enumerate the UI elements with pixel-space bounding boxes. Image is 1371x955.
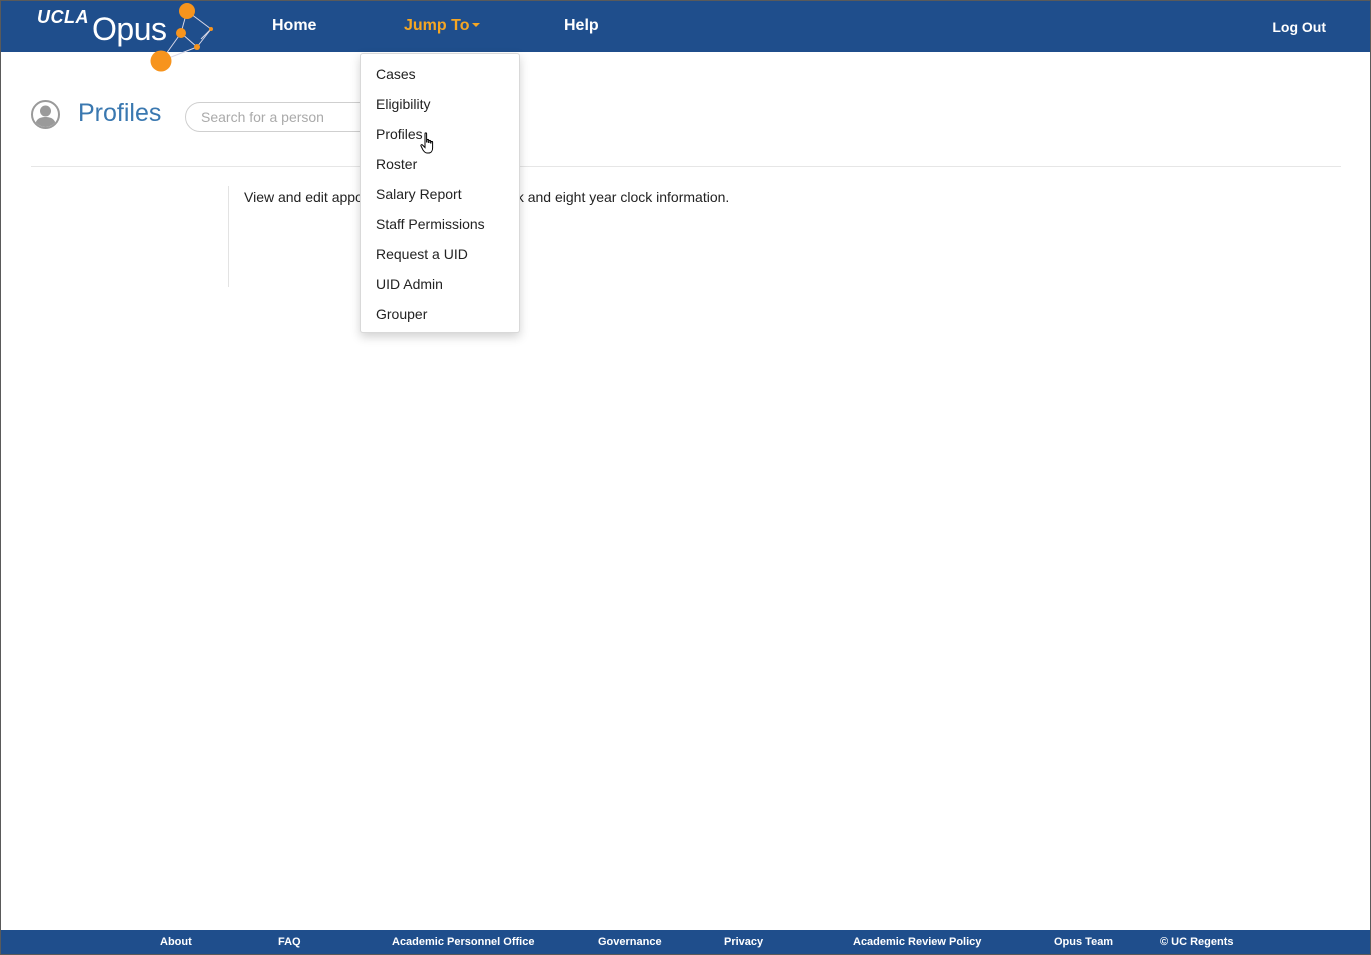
- menu-item-roster[interactable]: Roster: [361, 149, 519, 179]
- caret-down-icon: [472, 23, 481, 27]
- menu-item-grouper[interactable]: Grouper: [361, 299, 519, 329]
- content-left-border: [228, 186, 229, 287]
- footer-link-academic-personnel-office[interactable]: Academic Personnel Office: [392, 936, 534, 948]
- logout-link[interactable]: Log Out: [1272, 19, 1326, 35]
- menu-item-staff-permissions[interactable]: Staff Permissions: [361, 209, 519, 239]
- opus-logo[interactable]: UCLA Opus: [35, 1, 225, 76]
- header-divider: [31, 166, 1341, 167]
- hand-pointer-icon: [420, 132, 434, 154]
- nav-jump-to-menu[interactable]: Jump To: [404, 17, 481, 35]
- description-text-right: k and eight year clock information.: [516, 189, 730, 205]
- jump-to-dropdown: Cases Eligibility Profiles Roster Salary…: [360, 53, 520, 333]
- description-text-left: View and edit appo: [244, 189, 363, 205]
- footer-link-about[interactable]: About: [160, 936, 192, 948]
- logo-ucla-text: UCLA: [37, 7, 89, 27]
- footer-link-faq[interactable]: FAQ: [278, 936, 301, 948]
- nav-help-link[interactable]: Help: [564, 17, 599, 35]
- footer-link-privacy[interactable]: Privacy: [724, 936, 763, 948]
- footer-link-opus-team[interactable]: Opus Team: [1054, 936, 1113, 948]
- menu-item-uid-admin[interactable]: UID Admin: [361, 269, 519, 299]
- footer-bar: About FAQ Academic Personnel Office Gove…: [1, 930, 1370, 954]
- page-title: Profiles: [78, 99, 162, 127]
- menu-item-profiles[interactable]: Profiles: [361, 119, 519, 149]
- menu-item-cases[interactable]: Cases: [361, 59, 519, 89]
- molecule-logo-icon: [150, 3, 213, 72]
- nav-home-link[interactable]: Home: [272, 17, 316, 35]
- person-avatar-icon: [31, 100, 60, 129]
- footer-link-governance[interactable]: Governance: [598, 936, 662, 948]
- menu-item-request-uid[interactable]: Request a UID: [361, 239, 519, 269]
- footer-link-academic-review-policy[interactable]: Academic Review Policy: [853, 936, 981, 948]
- footer-copyright: © UC Regents: [1160, 936, 1234, 948]
- nav-jump-to-label: Jump To: [404, 17, 470, 34]
- menu-item-salary-report[interactable]: Salary Report: [361, 179, 519, 209]
- menu-item-eligibility[interactable]: Eligibility: [361, 89, 519, 119]
- person-search-input[interactable]: [185, 102, 385, 132]
